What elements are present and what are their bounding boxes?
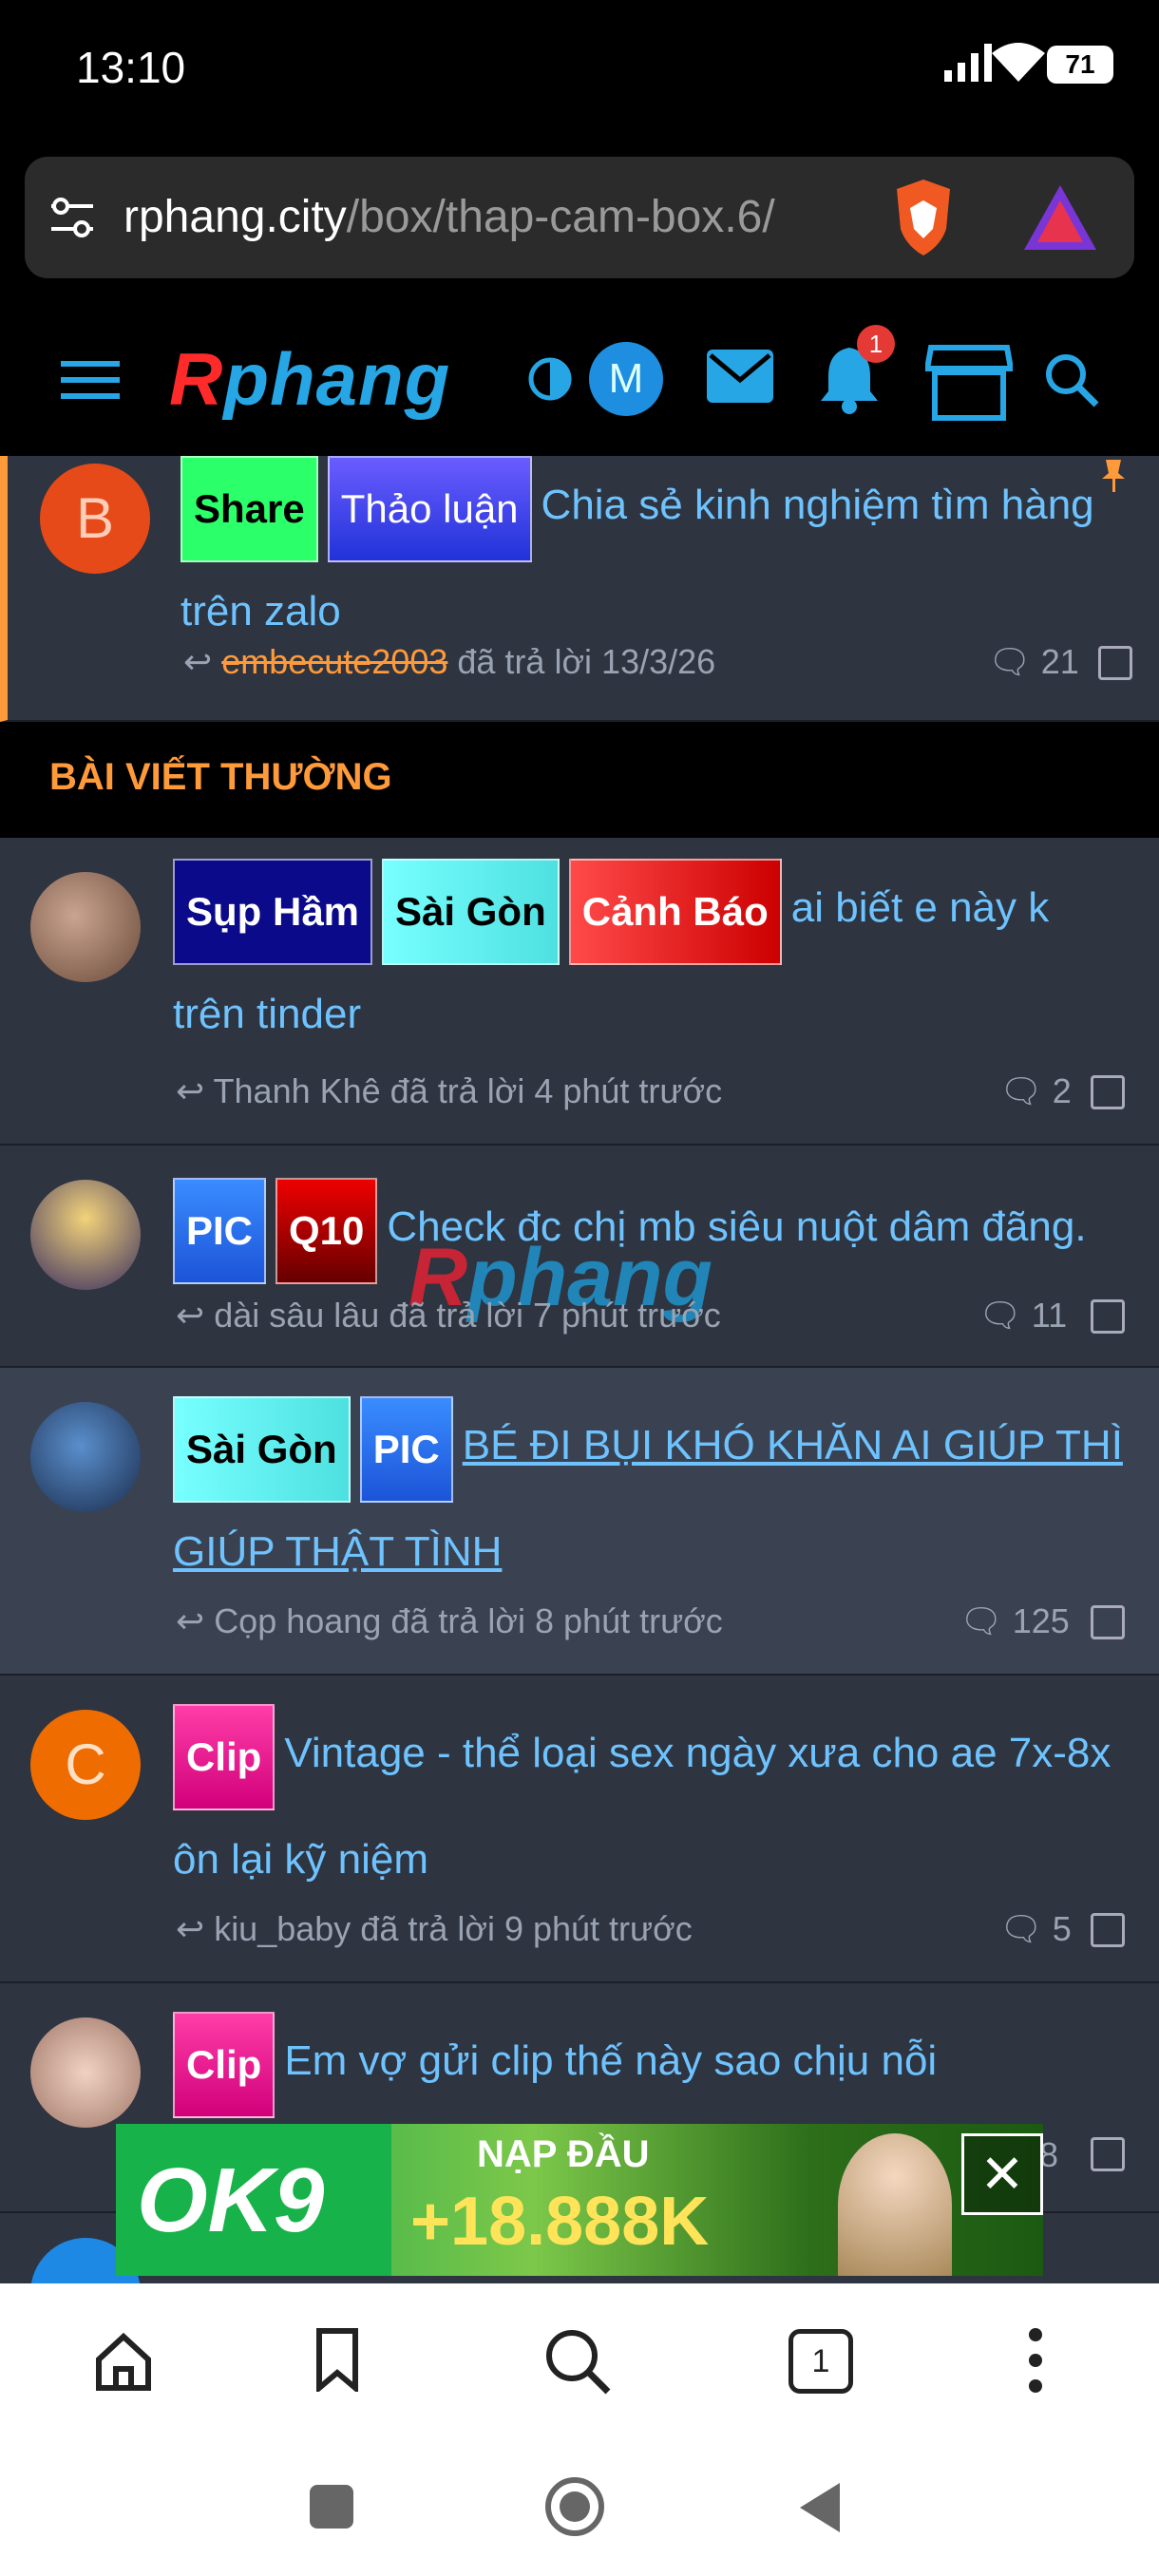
thread-meta: ↩ kiu_baby đã trả lời 9 phút trước [176,1909,693,1948]
comment-icon: 🗨 [960,1601,1003,1640]
reply-count: 🗨 5 [999,1909,1072,1948]
ad-amount: +18.888K [410,2184,710,2260]
thread-author-avatar[interactable] [30,2017,141,2128]
thread-meta: ↩ embecute2003 đã trả lời 13/3/26 [183,642,715,682]
status-bar: 13:10 71 [0,0,1159,142]
section-header: BÀI VIẾT THƯỜNG [0,722,1159,838]
pinned-thread[interactable]: B Share Thảo luận Chia sẻ kinh nghiệm tìm … [0,456,1159,722]
back-icon[interactable] [796,2479,844,2536]
thread-author-avatar[interactable] [30,1180,141,1290]
section-title: BÀI VIẾT THƯỜNG [49,756,392,798]
thread-row[interactable]: C Clip Vintage - thể loại sex ngày xưa ch… [0,1676,1159,1983]
comment-icon: 🗨 [978,1296,1022,1335]
ad-brand: OK9 [137,2150,325,2251]
select-checkbox[interactable] [1098,646,1132,680]
clock: 13:10 [76,43,186,92]
reply-count: 🗨 2 [999,1071,1072,1110]
tag-pic[interactable]: PIC [359,1396,453,1503]
recents-icon[interactable] [310,2485,353,2529]
ad-banner[interactable]: OK9 NẠP ĐẦU +18.888K ✕ [116,2124,1043,2276]
search-icon[interactable] [1043,351,1100,408]
tag-canh-bao[interactable]: Cảnh Báo [568,859,782,965]
reply-arrow-icon: ↩ [176,1601,205,1640]
system-nav-bar [0,2443,1159,2576]
thread-title[interactable]: Em vợ gửi clip thế này sao chịu nỗi [284,2037,937,2084]
site-settings-icon[interactable] [48,195,97,240]
url-domain: rphang.city [124,192,347,242]
thread-row[interactable]: PIC Q10 Check đc chị mb siêu nuột dâm đãng… [0,1146,1159,1368]
select-checkbox[interactable] [1091,1075,1125,1109]
home-nav-icon[interactable] [543,2475,606,2538]
tag-thao-luan[interactable]: Thảo luận [327,456,532,562]
close-icon[interactable]: ✕ [961,2133,1043,2215]
reply-arrow-icon: ↩ [176,1909,205,1948]
tag-q10[interactable]: Q10 [276,1178,378,1284]
thread-author-avatar[interactable]: C [30,1710,141,1820]
comment-icon: 🗨 [999,1071,1043,1110]
url-bar[interactable]: rphang.city/box/thap-cam-box.6/ [25,157,1134,278]
menu-icon[interactable] [61,357,120,403]
thread-title-block[interactable]: Clip Em vợ gửi clip thế này sao chịu nỗi [173,2012,1132,2118]
thread-title-block[interactable]: Sài Gòn PIC BÉ ĐI BỤI KHÓ KHĂN AI GIÚP THÌ… [173,1396,1132,1601]
mail-icon[interactable] [707,350,773,403]
url-path: /box/thap-cam-box.6/ [346,192,775,242]
brave-shields-icon[interactable] [887,180,960,256]
signal-icon [944,44,992,82]
comment-icon: 🗨 [999,1909,1043,1948]
pin-icon [1102,460,1125,492]
thread-author-avatar[interactable] [30,872,141,982]
wifi-icon [992,43,1045,82]
reply-count: 🗨 21 [988,642,1079,681]
theme-toggle-icon[interactable] [528,357,572,401]
select-checkbox[interactable] [1091,2137,1125,2171]
thread-meta: ↩ dài sâu lâu đã trả lời 7 phút trước [176,1296,721,1335]
tag-clip[interactable]: Clip [173,2012,276,2118]
ad-figure [838,2133,952,2276]
last-reply-user[interactable]: embecute2003 [221,642,447,681]
home-icon[interactable] [93,2331,154,2392]
forum-header: Rphang M 1 [0,294,1159,456]
select-checkbox[interactable] [1091,1605,1125,1639]
search-icon[interactable] [543,2327,612,2396]
select-checkbox[interactable] [1091,1299,1125,1334]
tabs-button[interactable]: 1 [788,2329,853,2394]
ad-headline: NẠP ĐẦU [477,2133,650,2175]
tag-pic[interactable]: PIC [173,1178,267,1284]
thread-title-block[interactable]: Share Thảo luận Chia sẻ kinh nghiệm tìm hà… [180,456,1140,661]
reply-text: đã trả lời 13/3/26 [457,642,716,681]
more-menu-icon[interactable] [1020,2325,1051,2396]
thread-row[interactable]: Sụp Hầm Sài Gòn Cảnh Báo ai biết e này k tr… [0,838,1159,1146]
thread-title[interactable]: Vintage - thể loại sex ngày xưa cho ae 7… [173,1730,1111,1883]
tag-sai-gon[interactable]: Sài Gòn [173,1396,351,1503]
notification-badge: 1 [857,325,895,363]
user-avatar[interactable]: M [589,342,663,416]
tag-sai-gon[interactable]: Sài Gòn [382,859,560,965]
tag-sup-ham[interactable]: Sụp Hầm [173,859,373,965]
site-logo[interactable]: Rphang [169,336,450,423]
reply-arrow-icon: ↩ [176,1296,205,1335]
store-icon[interactable] [925,344,1013,422]
tag-clip[interactable]: Clip [173,1704,276,1810]
thread-meta: ↩ Thanh Khê đã trả lời 4 phút trước [176,1071,723,1110]
select-checkbox[interactable] [1091,1913,1125,1947]
thread-title-block[interactable]: Sụp Hầm Sài Gòn Cảnh Báo ai biết e này k tr… [173,859,1132,1064]
reply-count: 🗨 11 [978,1296,1068,1335]
thread-author-avatar[interactable]: B [40,464,150,574]
thread-row[interactable]: Sài Gòn PIC BÉ ĐI BỤI KHÓ KHĂN AI GIÚP THÌ… [0,1368,1159,1676]
comment-icon: 🗨 [988,642,1032,681]
thread-meta: ↩ Cọp hoang đã trả lời 8 phút trước [176,1601,723,1640]
bookmark-icon[interactable] [314,2327,361,2392]
reply-count: 🗨 125 [960,1601,1070,1640]
thread-author-avatar[interactable] [30,1402,141,1512]
thread-title-block[interactable]: Clip Vintage - thể loại sex ngày xưa cho … [173,1704,1132,1909]
browser-bottom-nav: 1 [0,2283,1159,2443]
brave-rewards-icon[interactable] [1024,185,1096,250]
reply-arrow-icon: ↩ [183,642,213,681]
reply-arrow-icon: ↩ [176,1071,205,1110]
battery-indicator: 71 [1047,46,1113,84]
tag-share[interactable]: Share [180,456,318,562]
url-text[interactable]: rphang.city/box/thap-cam-box.6/ [124,191,775,243]
